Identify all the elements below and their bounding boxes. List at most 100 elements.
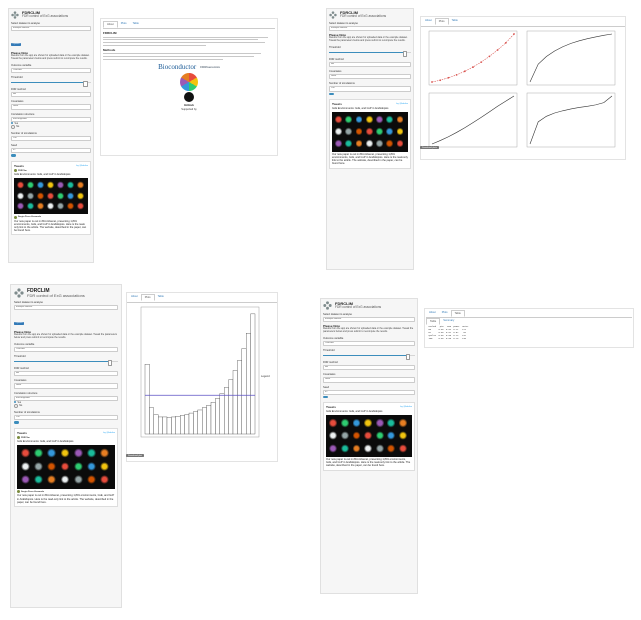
covariates-select[interactable]: None: [329, 74, 411, 80]
tab-plots[interactable]: Plots: [434, 18, 449, 25]
covariates-select[interactable]: None: [323, 377, 415, 383]
flower-thumbnail: [56, 180, 64, 189]
tab-plots[interactable]: Plots: [140, 294, 155, 301]
histogram-bar: [188, 412, 194, 435]
flower-thumbnail: [341, 418, 349, 428]
flower-thumbnail: [47, 461, 57, 472]
flower-thumbnail: [100, 448, 110, 459]
tweet-image[interactable]: [326, 414, 412, 457]
flower-thumbnail: [34, 448, 43, 459]
download-plots-button[interactable]: Download plots: [420, 146, 439, 149]
flower-thumbnail: [335, 138, 342, 148]
flower-thumbnail: [365, 114, 373, 124]
seed-input[interactable]: 42: [323, 389, 415, 395]
flower-thumbnail: [20, 448, 30, 459]
threshold-label: Threshold: [11, 76, 23, 80]
tab-table[interactable]: Table: [130, 21, 142, 28]
tweet-image[interactable]: [17, 444, 115, 489]
threshold-slider[interactable]: [14, 359, 118, 366]
plot-toggle[interactable]: [14, 421, 19, 424]
upload-button[interactable]: Upload: [14, 321, 24, 325]
flower-thumbnail: [365, 126, 373, 136]
main-heading: FDRCLIM: [103, 31, 117, 35]
tab-table[interactable]: Table: [155, 294, 167, 301]
tweets-panel: Tweets by @fdrclim GxE Environments: GxE,…: [329, 99, 411, 169]
covariates-select[interactable]: None: [14, 383, 118, 389]
tab-table[interactable]: Table: [449, 18, 461, 25]
plot-toggle[interactable]: [329, 92, 334, 96]
covariates-label: Covariates: [323, 373, 336, 377]
plot-toggle[interactable]: [11, 154, 16, 157]
tweets-by[interactable]: by @fdrclim: [396, 103, 408, 105]
tab-about[interactable]: About: [128, 294, 141, 301]
tweets-by[interactable]: by @fdrclim: [400, 406, 412, 408]
nsim-input[interactable]: 100: [14, 414, 118, 421]
flower-thumbnail: [73, 448, 83, 459]
plot-toggle[interactable]: [323, 395, 328, 399]
method-select[interactable]: BH: [11, 92, 91, 98]
upload-button[interactable]: Upload: [11, 42, 21, 46]
flower-thumbnail: [60, 474, 70, 485]
seed-input[interactable]: 42: [11, 148, 91, 154]
tab-table[interactable]: Table: [450, 310, 465, 317]
tweet-image[interactable]: [14, 178, 88, 215]
correlation-label: Correlation structure: [11, 112, 35, 116]
seed-label: Seed: [323, 385, 330, 389]
tweet-author[interactable]: FDRClim: [18, 170, 27, 172]
tab-plots[interactable]: Plots: [118, 21, 130, 28]
threshold-slider[interactable]: [11, 80, 91, 87]
flower-thumbnail: [87, 448, 96, 459]
method-select[interactable]: BH: [329, 62, 411, 68]
bioconductor-logo[interactable]: Bioconductor: [158, 63, 196, 71]
tab-about[interactable]: About: [422, 18, 435, 25]
plot-frame: [526, 92, 616, 148]
fdrclim-logo-icon: [14, 288, 24, 298]
flower-thumbnail: [47, 448, 57, 459]
tweet-author[interactable]: Sergio Perez-Hernando: [18, 216, 41, 218]
covariates-select[interactable]: None: [11, 104, 91, 110]
partner-logo[interactable]: FDRGenomics: [200, 65, 220, 69]
outcome-select[interactable]: Outcome: [323, 341, 415, 347]
github-icon[interactable]: [184, 91, 194, 102]
tweets-by[interactable]: by @fdrclim: [103, 432, 115, 434]
tweet-text: GxE Environments: GxE, and GxP in Arabid…: [326, 410, 383, 414]
flower-thumbnail: [376, 126, 383, 136]
dataset-select[interactable]: Example dataset: [11, 26, 91, 32]
subtab-table[interactable]: Table: [426, 318, 441, 325]
flower-thumbnail: [345, 138, 353, 148]
tab-about[interactable]: About: [103, 21, 118, 28]
dataset-select[interactable]: Example dataset: [323, 317, 415, 323]
tweet-image[interactable]: [332, 111, 408, 152]
dataset-select[interactable]: Example dataset: [14, 305, 118, 311]
radio-no[interactable]: No: [11, 124, 91, 129]
github-label[interactable]: GitHub: [184, 103, 194, 107]
tweets-by[interactable]: by @fdrclim: [76, 165, 88, 167]
flower-thumbnail: [396, 126, 404, 136]
histogram-bar: [215, 398, 220, 435]
flower-thumbnail: [396, 138, 404, 148]
flower-thumbnail: [100, 474, 110, 485]
subtab-summary[interactable]: Summary: [440, 318, 457, 325]
tab-about[interactable]: About: [426, 310, 439, 317]
method-select[interactable]: BH: [323, 365, 415, 371]
outcome-select[interactable]: Outcome: [14, 347, 118, 353]
outcome-select[interactable]: Outcome: [11, 68, 91, 74]
threshold-slider[interactable]: [329, 50, 411, 57]
method-select[interactable]: BH: [14, 371, 118, 377]
threshold-slider[interactable]: [323, 353, 415, 360]
flower-thumbnail: [355, 126, 363, 136]
nsim-input[interactable]: 100: [329, 86, 411, 92]
tweet-text: Our new paper is out in #FrontGenet, pre…: [17, 494, 115, 504]
sidebar: FDRCLIM FDR control of ExG associations …: [10, 284, 122, 608]
flower-thumbnail: [375, 430, 384, 441]
plot-frame: [526, 30, 616, 86]
tweet-author[interactable]: FDRClim: [21, 437, 30, 439]
tab-plots[interactable]: Plots: [439, 310, 451, 317]
dataset-label: Select dataset to analyse: [329, 22, 358, 25]
outcome-label: Outcome variable: [11, 64, 32, 67]
download-plot-button[interactable]: Download plot: [126, 454, 144, 457]
radio-no[interactable]: No: [14, 403, 118, 408]
tweet-author[interactable]: Sergio Perez-Hernando: [21, 491, 44, 493]
nsim-input[interactable]: 100: [11, 135, 91, 142]
dataset-select[interactable]: Example dataset: [329, 26, 411, 32]
